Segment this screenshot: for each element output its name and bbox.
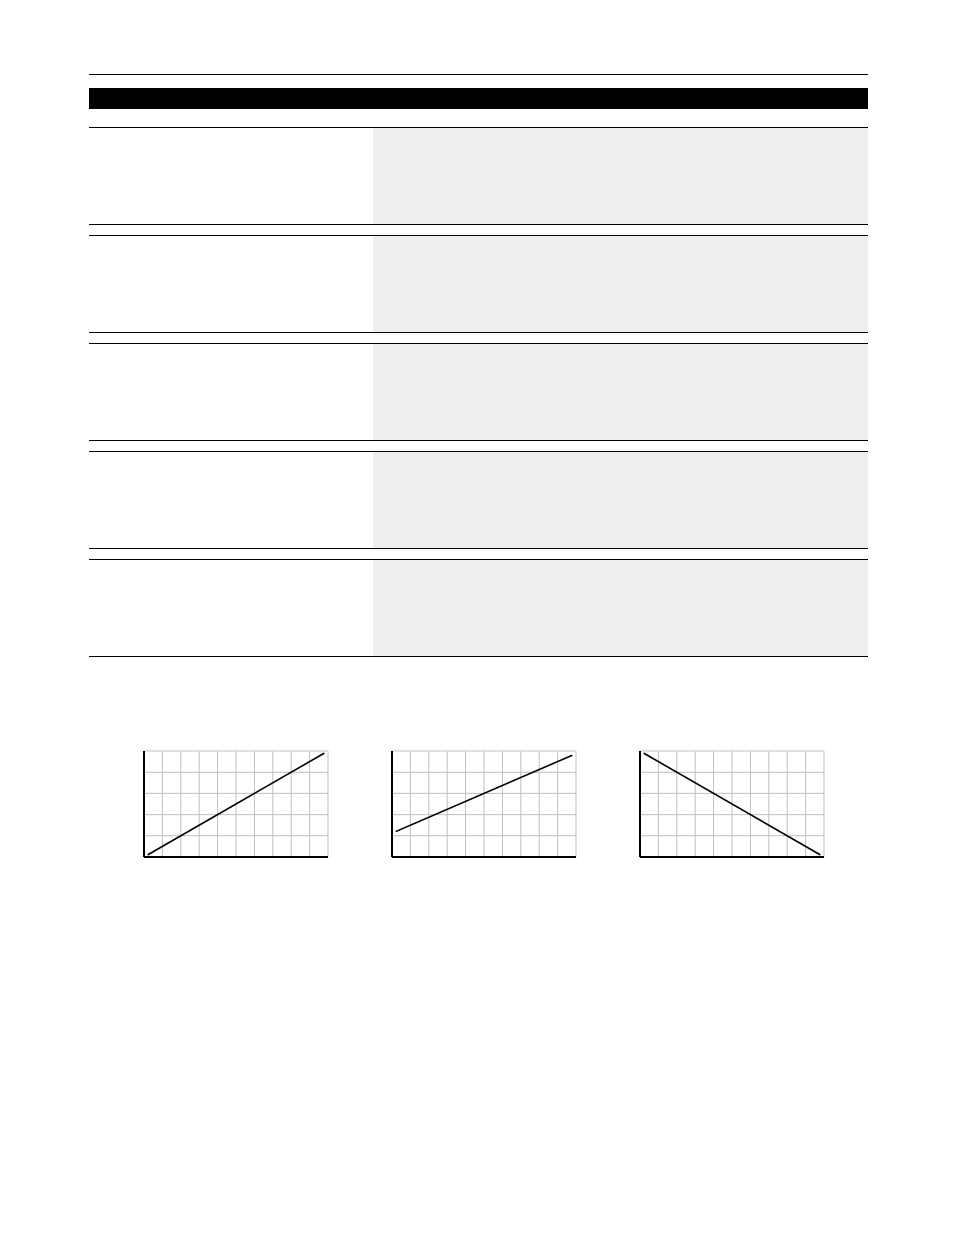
chart-svg [628,747,826,859]
section-1 [89,127,868,225]
chart-2 [380,747,578,859]
page-content [89,74,868,859]
charts-row [89,747,868,859]
chart-1 [132,747,330,859]
section-2 [89,235,868,333]
top-rule [89,74,868,75]
chart-svg [132,747,330,859]
section-shade [373,236,868,332]
section-shade [373,128,868,224]
sections [89,127,868,657]
header-blackbar [89,88,868,109]
section-3 [89,343,868,441]
section-shade [373,560,868,656]
section-shade [373,344,868,440]
section-4 [89,451,868,549]
chart-svg [380,747,578,859]
chart-3 [628,747,826,859]
section-5 [89,559,868,657]
section-shade [373,452,868,548]
